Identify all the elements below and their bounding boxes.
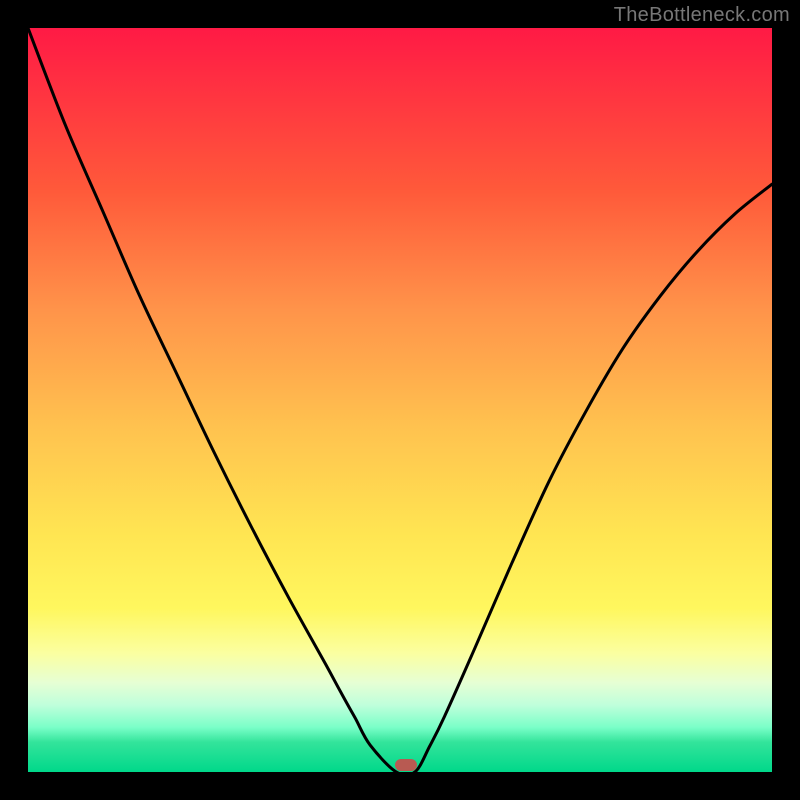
- optimum-marker: [395, 759, 417, 771]
- chart-frame: TheBottleneck.com: [0, 0, 800, 800]
- plot-area: [28, 28, 772, 772]
- watermark-text: TheBottleneck.com: [614, 4, 790, 27]
- bottleneck-curve: [28, 28, 772, 772]
